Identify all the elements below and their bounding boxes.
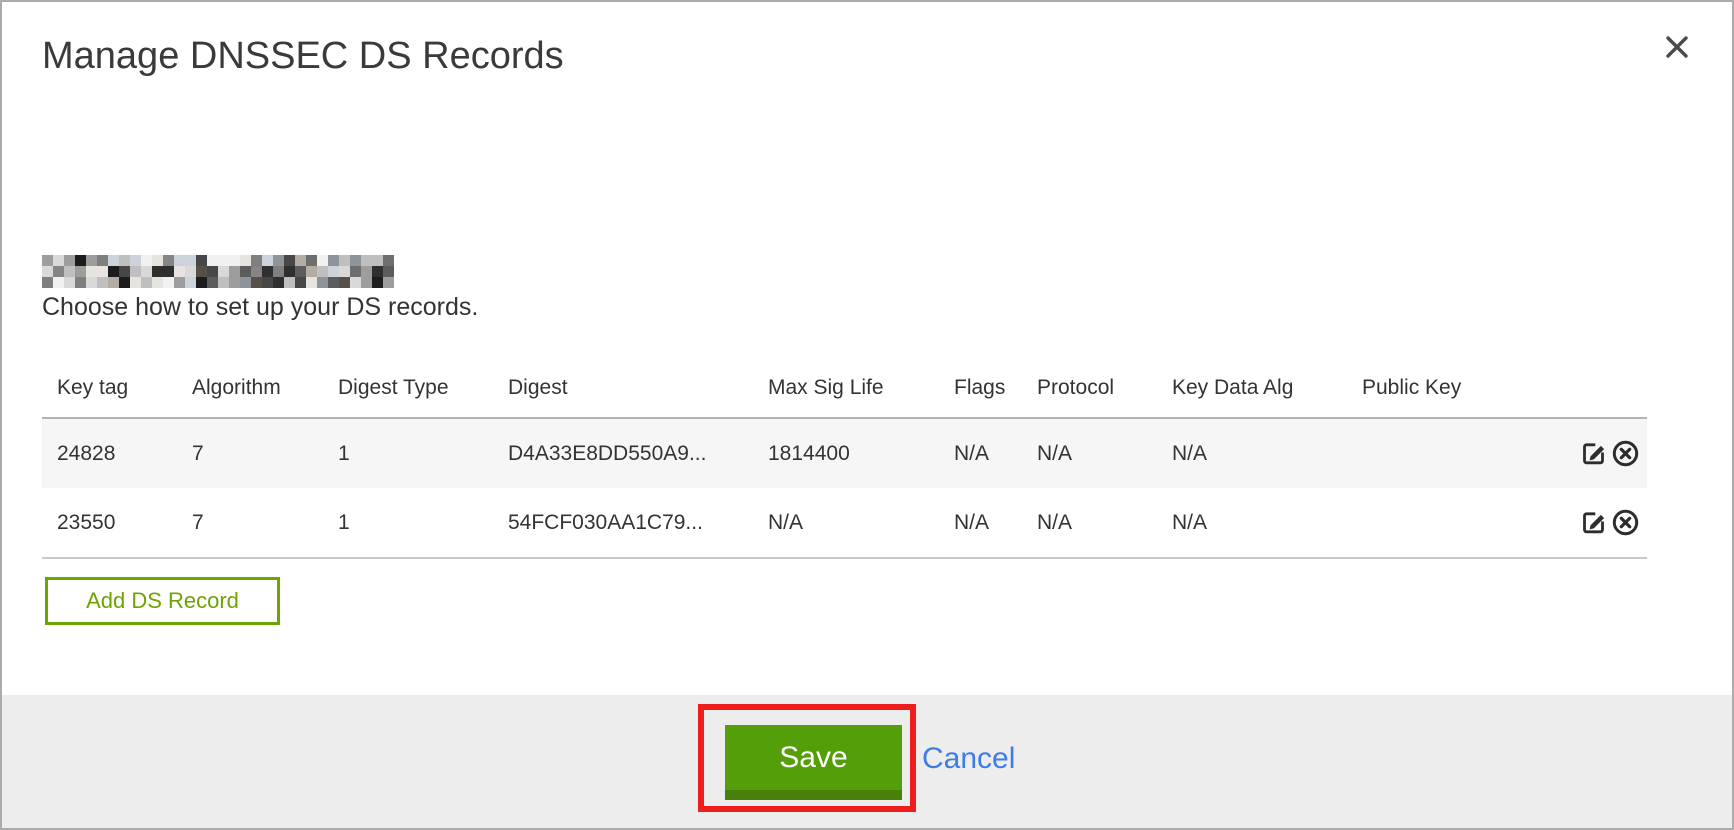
- page-title: Manage DNSSEC DS Records: [42, 35, 564, 78]
- cell-digest-type: 1: [338, 418, 508, 488]
- cell-algorithm: 7: [192, 488, 338, 558]
- col-header-digest: Digest: [508, 358, 768, 418]
- cell-digest-type: 1: [338, 488, 508, 558]
- modal-footer: Save Cancel: [2, 695, 1732, 828]
- row-actions: [1562, 418, 1647, 488]
- cell-protocol: N/A: [1037, 488, 1172, 558]
- circle-x-glyph: [1610, 507, 1641, 538]
- pencil-square-glyph: [1579, 438, 1610, 469]
- cell-protocol: N/A: [1037, 418, 1172, 488]
- add-ds-record-button[interactable]: Add DS Record: [45, 577, 280, 625]
- cell-flags: N/A: [954, 488, 1037, 558]
- col-header-algorithm: Algorithm: [192, 358, 338, 418]
- cell-digest: 54FCF030AA1C79...: [508, 488, 768, 558]
- col-header-flags: Flags: [954, 358, 1037, 418]
- pencil-square-glyph: [1579, 507, 1610, 538]
- row-actions: [1562, 488, 1647, 558]
- delete-record-icon[interactable]: [1610, 507, 1641, 538]
- col-header-public-key: Public Key: [1362, 358, 1562, 418]
- cell-public-key: [1362, 418, 1562, 488]
- ds-records-table: Key tag Algorithm Digest Type Digest Max…: [42, 358, 1647, 559]
- cancel-link[interactable]: Cancel: [922, 742, 1015, 776]
- close-x-glyph: [1664, 34, 1690, 60]
- manage-dnssec-modal: Manage DNSSEC DS Records Choose how to s…: [0, 0, 1734, 830]
- edit-record-icon[interactable]: [1579, 507, 1610, 538]
- table-row: 23550 7 1 54FCF030AA1C79... N/A N/A N/A …: [42, 488, 1647, 558]
- col-header-protocol: Protocol: [1037, 358, 1172, 418]
- cell-public-key: [1362, 488, 1562, 558]
- red-annotation-rectangle: Save: [698, 704, 916, 812]
- cell-max-sig-life: 1814400: [768, 418, 954, 488]
- cell-max-sig-life: N/A: [768, 488, 954, 558]
- delete-record-icon[interactable]: [1610, 438, 1641, 469]
- cell-key-tag: 24828: [42, 418, 192, 488]
- col-header-key-tag: Key tag: [42, 358, 192, 418]
- table-header-row: Key tag Algorithm Digest Type Digest Max…: [42, 358, 1647, 418]
- cell-key-data-alg: N/A: [1172, 488, 1362, 558]
- edit-record-icon[interactable]: [1579, 438, 1610, 469]
- setup-instructions: Choose how to set up your DS records.: [42, 293, 478, 322]
- col-header-digest-type: Digest Type: [338, 358, 508, 418]
- cell-algorithm: 7: [192, 418, 338, 488]
- col-header-key-data-alg: Key Data Alg: [1172, 358, 1362, 418]
- redacted-domain-name: [42, 255, 394, 288]
- col-header-actions: [1562, 358, 1647, 418]
- cell-flags: N/A: [954, 418, 1037, 488]
- circle-x-glyph: [1610, 438, 1641, 469]
- save-button[interactable]: Save: [725, 725, 902, 800]
- cell-key-tag: 23550: [42, 488, 192, 558]
- cell-key-data-alg: N/A: [1172, 418, 1362, 488]
- cell-digest: D4A33E8DD550A9...: [508, 418, 768, 488]
- col-header-max-sig-life: Max Sig Life: [768, 358, 954, 418]
- table-row: 24828 7 1 D4A33E8DD550A9... 1814400 N/A …: [42, 418, 1647, 488]
- close-icon[interactable]: [1660, 30, 1694, 64]
